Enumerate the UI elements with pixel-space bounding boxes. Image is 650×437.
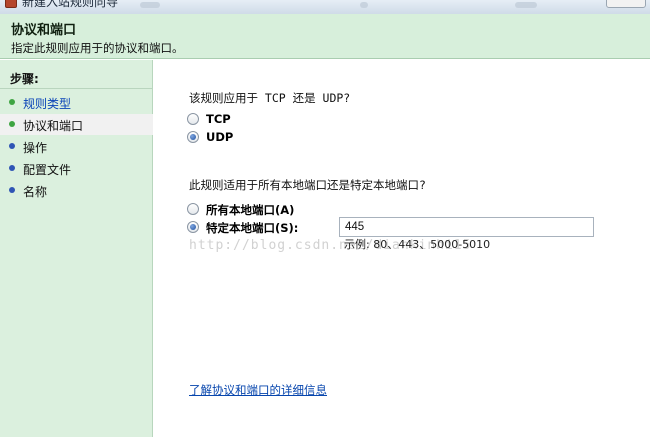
ports-example: 示例: 80、443、5000-5010 (344, 238, 491, 251)
titlebar-blur (515, 2, 537, 8)
ports-question: 此规则适用于所有本地端口还是特定本地端口? (189, 178, 426, 192)
all-ports-label: 所有本地端口(A) (206, 203, 295, 217)
step-label: 配置文件 (23, 163, 72, 177)
page-title: 协议和端口 (11, 23, 77, 38)
step-label: 名称 (23, 185, 48, 199)
main-panel: 该规则应用于 TCP 还是 UDP? TCP UDP 此规则适用于所有本地端口还… (154, 60, 650, 437)
step-bullet-icon (9, 121, 15, 127)
step-label: 操作 (23, 141, 48, 155)
step-profile: 配置文件 (0, 158, 153, 179)
step-action: 操作 (0, 136, 153, 157)
learn-more-link[interactable]: 了解协议和端口的详细信息 (189, 382, 327, 398)
step-name: 名称 (0, 180, 153, 201)
specific-ports-radio[interactable] (187, 221, 199, 233)
all-ports-radio[interactable] (187, 203, 199, 215)
protocol-question: 该规则应用于 TCP 还是 UDP? (189, 91, 351, 105)
tcp-radio[interactable] (187, 113, 199, 125)
step-bullet-icon (9, 165, 15, 171)
tcp-label: TCP (206, 112, 231, 126)
step-bullet-icon (9, 99, 15, 105)
steps-heading: 步骤: (10, 72, 39, 86)
page-subtitle: 指定此规则应用于的协议和端口。 (11, 41, 184, 55)
titlebar-blur (360, 2, 368, 8)
step-rule-type[interactable]: 规则类型 (0, 92, 153, 113)
step-bullet-icon (9, 187, 15, 193)
firewall-app-icon (5, 0, 17, 8)
title-bar: 新建入站规则向导 (0, 0, 650, 14)
specific-ports-label: 特定本地端口(S): (206, 221, 299, 235)
wizard-header: 协议和端口 指定此规则应用于的协议和端口。 (0, 14, 650, 59)
close-button[interactable] (606, 0, 646, 8)
udp-radio[interactable] (187, 131, 199, 143)
step-protocol-and-ports: 协议和端口 (0, 114, 153, 135)
specific-ports-input[interactable]: 445 (339, 217, 594, 237)
window-title: 新建入站规则向导 (22, 0, 119, 9)
divider (0, 88, 153, 89)
step-label: 协议和端口 (23, 119, 84, 133)
udp-label: UDP (206, 130, 234, 144)
steps-sidebar: 步骤: 规则类型 协议和端口 操作 配置文件 名称 (0, 60, 153, 437)
step-label: 规则类型 (23, 97, 72, 111)
step-bullet-icon (9, 143, 15, 149)
titlebar-blur (140, 2, 160, 8)
